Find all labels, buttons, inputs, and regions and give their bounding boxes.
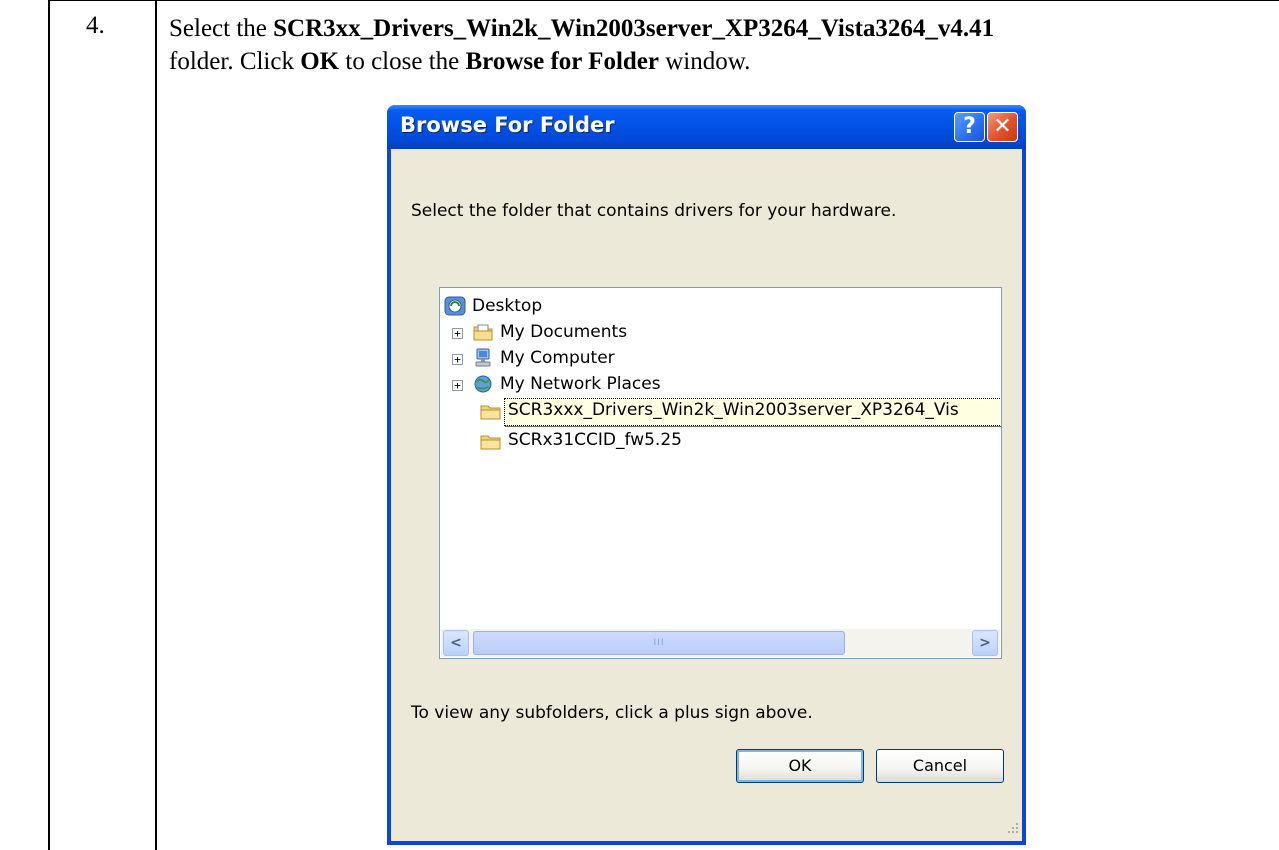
tree-item-desktop[interactable]: Desktop [444, 294, 644, 320]
dialog-titlebar[interactable]: Browse For Folder ? ✕ [387, 105, 1026, 149]
table-top-border [48, 0, 1279, 1]
instruction-text: to close the [339, 48, 466, 75]
arrow-left-icon: < [450, 635, 462, 651]
help-button[interactable]: ? [954, 112, 985, 142]
tree-item-label: My Documents [500, 322, 628, 342]
plus-icon: + [454, 379, 461, 392]
tree-item-my-network-places[interactable]: + My Network Places [450, 372, 730, 398]
instruction-dialog-name: Browse for Folder [465, 48, 659, 75]
desktop-icon [444, 296, 466, 316]
arrow-right-icon: > [979, 635, 991, 651]
folder-tree[interactable]: Desktop + My Documents + My Computer + M… [439, 287, 1002, 659]
close-button[interactable]: ✕ [987, 112, 1018, 142]
tree-item-label: SCR3xxx_Drivers_Win2k_Win2003server_XP32… [508, 400, 959, 420]
tree-item-label: SCRx31CCID_fw5.25 [508, 430, 682, 450]
help-icon: ? [963, 114, 976, 139]
expand-toggle[interactable]: + [452, 327, 463, 340]
instruction-text: Select the [169, 15, 274, 42]
instruction-folder-name: SCR3xx_Drivers_Win2k_Win2003server_XP326… [273, 15, 995, 42]
table-column-divider [155, 0, 157, 850]
tree-item-label: My Computer [500, 348, 615, 368]
close-icon: ✕ [993, 114, 1012, 139]
tree-item-scrx31ccid-folder[interactable]: SCRx31CCID_fw5.25 [480, 428, 740, 454]
tree-item-label: My Network Places [500, 374, 661, 394]
browse-for-folder-dialog: Browse For Folder ? ✕ Select the folder … [387, 105, 1026, 845]
dialog-title: Browse For Folder [400, 113, 615, 137]
plus-icon: + [454, 327, 461, 340]
dialog-prompt: Select the folder that contains drivers … [411, 201, 897, 221]
folder-icon [480, 405, 501, 420]
folder-icon [480, 435, 501, 450]
table-left-border [48, 0, 50, 850]
my-documents-icon [473, 324, 493, 341]
resize-grip-icon[interactable] [1004, 819, 1020, 835]
tree-item-label: Desktop [472, 296, 543, 316]
step-instruction: Select the SCR3xx_Drivers_Win2k_Win2003s… [169, 12, 1269, 78]
instruction-text: window. [658, 48, 751, 75]
ok-button[interactable]: OK [736, 749, 864, 783]
dialog-hint: To view any subfolders, click a plus sig… [411, 703, 813, 723]
step-number: 4. [86, 12, 105, 39]
instruction-ok-word: OK [300, 48, 340, 75]
grip-icon: III [653, 638, 665, 648]
cancel-button[interactable]: Cancel [876, 749, 1004, 783]
instruction-text: folder. Click [169, 48, 301, 75]
tree-item-scr3xxx-drivers-folder[interactable]: SCR3xxx_Drivers_Win2k_Win2003server_XP32… [480, 398, 1001, 426]
dialog-client-area: Select the folder that contains drivers … [391, 149, 1022, 841]
horizontal-scrollbar[interactable]: < III > [441, 629, 1000, 657]
tree-item-my-documents[interactable]: + My Documents [450, 320, 710, 346]
plus-icon: + [454, 353, 461, 366]
my-computer-icon [475, 348, 491, 367]
scroll-thumb[interactable]: III [473, 631, 845, 655]
tree-item-my-computer[interactable]: + My Computer [450, 346, 710, 372]
scroll-right-button[interactable]: > [972, 630, 998, 656]
expand-toggle[interactable]: + [452, 353, 463, 366]
scroll-left-button[interactable]: < [443, 630, 469, 656]
expand-toggle[interactable]: + [452, 379, 463, 392]
network-places-icon [474, 375, 492, 393]
